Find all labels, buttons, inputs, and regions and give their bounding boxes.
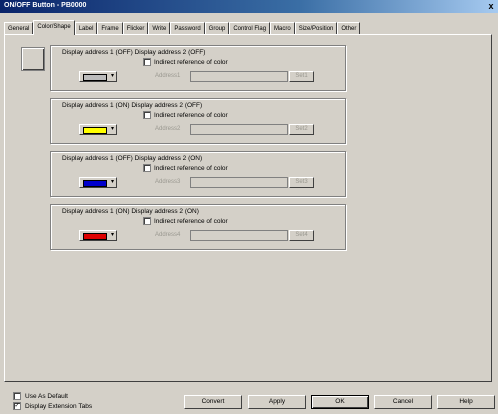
set-button[interactable]: Set4 <box>289 230 314 241</box>
color-picker-button[interactable]: ▾ <box>79 230 117 241</box>
address-field[interactable] <box>190 71 288 82</box>
address-field[interactable] <box>190 230 288 241</box>
group-label: Display address 1 (ON) Display address 2… <box>62 208 199 215</box>
title-bar: ON/OFF Button - PB0000 x <box>0 0 498 13</box>
close-icon[interactable]: x <box>486 1 496 11</box>
cancel-button[interactable]: Cancel <box>374 395 432 409</box>
window-title: ON/OFF Button - PB0000 <box>4 2 87 9</box>
indirect-color-checkbox[interactable]: Indirect reference of color <box>143 217 228 225</box>
checkbox-box[interactable] <box>143 164 151 172</box>
address-label: Address1 <box>155 73 181 79</box>
help-button[interactable]: Help <box>437 395 495 409</box>
display-extension-tabs-checkbox[interactable]: ✓ Display Extension Tabs <box>13 402 92 410</box>
set-button[interactable]: Set3 <box>289 177 314 188</box>
color-chip <box>83 180 107 187</box>
address-label: Address2 <box>155 126 181 132</box>
group-label: Display address 1 (OFF) Display address … <box>62 49 206 56</box>
color-chip <box>83 74 107 81</box>
address-label: Address4 <box>155 232 181 238</box>
indirect-color-label: Indirect reference of color <box>154 111 228 119</box>
group-label: Display address 1 (OFF) Display address … <box>62 155 203 162</box>
use-as-default-label: Use As Default <box>25 392 68 400</box>
checkbox-box[interactable] <box>143 217 151 225</box>
color-picker-button[interactable]: ▾ <box>79 177 117 188</box>
indirect-color-checkbox[interactable]: Indirect reference of color <box>143 164 228 172</box>
tab-bar: General Color/Shape Label Frame Flicker … <box>4 20 361 35</box>
checkbox-box[interactable] <box>143 58 151 66</box>
tab-color-shape[interactable]: Color/Shape <box>33 20 75 35</box>
checkbox-checked[interactable]: ✓ <box>13 402 21 410</box>
color-picker-button[interactable]: ▾ <box>79 71 117 82</box>
address-field[interactable] <box>190 177 288 188</box>
display-extension-tabs-label: Display Extension Tabs <box>25 402 93 410</box>
chevron-down-icon: ▾ <box>110 73 114 79</box>
color-group-off-on: Display address 1 (OFF) Display address … <box>50 151 346 197</box>
shape-preview[interactable] <box>21 47 45 71</box>
apply-button[interactable]: Apply <box>248 395 306 409</box>
color-chip <box>83 127 107 134</box>
chevron-down-icon: ▾ <box>110 232 114 238</box>
set-button[interactable]: Set1 <box>289 71 314 82</box>
indirect-color-label: Indirect reference of color <box>154 58 228 66</box>
indirect-color-checkbox[interactable]: Indirect reference of color <box>143 58 228 66</box>
color-picker-button[interactable]: ▾ <box>79 124 117 135</box>
set-button[interactable]: Set2 <box>289 124 314 135</box>
color-group-off-off: Display address 1 (OFF) Display address … <box>50 45 346 91</box>
group-label: Display address 1 (ON) Display address 2… <box>62 102 203 109</box>
chevron-down-icon: ▾ <box>110 179 114 185</box>
indirect-color-checkbox[interactable]: Indirect reference of color <box>143 111 228 119</box>
address-field[interactable] <box>190 124 288 135</box>
indirect-color-label: Indirect reference of color <box>154 164 228 172</box>
convert-button[interactable]: Convert <box>184 395 242 409</box>
color-group-on-off: Display address 1 (ON) Display address 2… <box>50 98 346 144</box>
color-chip <box>83 233 107 240</box>
color-group-on-on: Display address 1 (ON) Display address 2… <box>50 204 346 250</box>
chevron-down-icon: ▾ <box>110 126 114 132</box>
checkbox-box[interactable] <box>13 392 21 400</box>
use-as-default-checkbox[interactable]: Use As Default <box>13 392 68 400</box>
ok-button[interactable]: OK <box>311 395 369 409</box>
address-label: Address3 <box>155 179 181 185</box>
checkbox-box[interactable] <box>143 111 151 119</box>
indirect-color-label: Indirect reference of color <box>154 217 228 225</box>
